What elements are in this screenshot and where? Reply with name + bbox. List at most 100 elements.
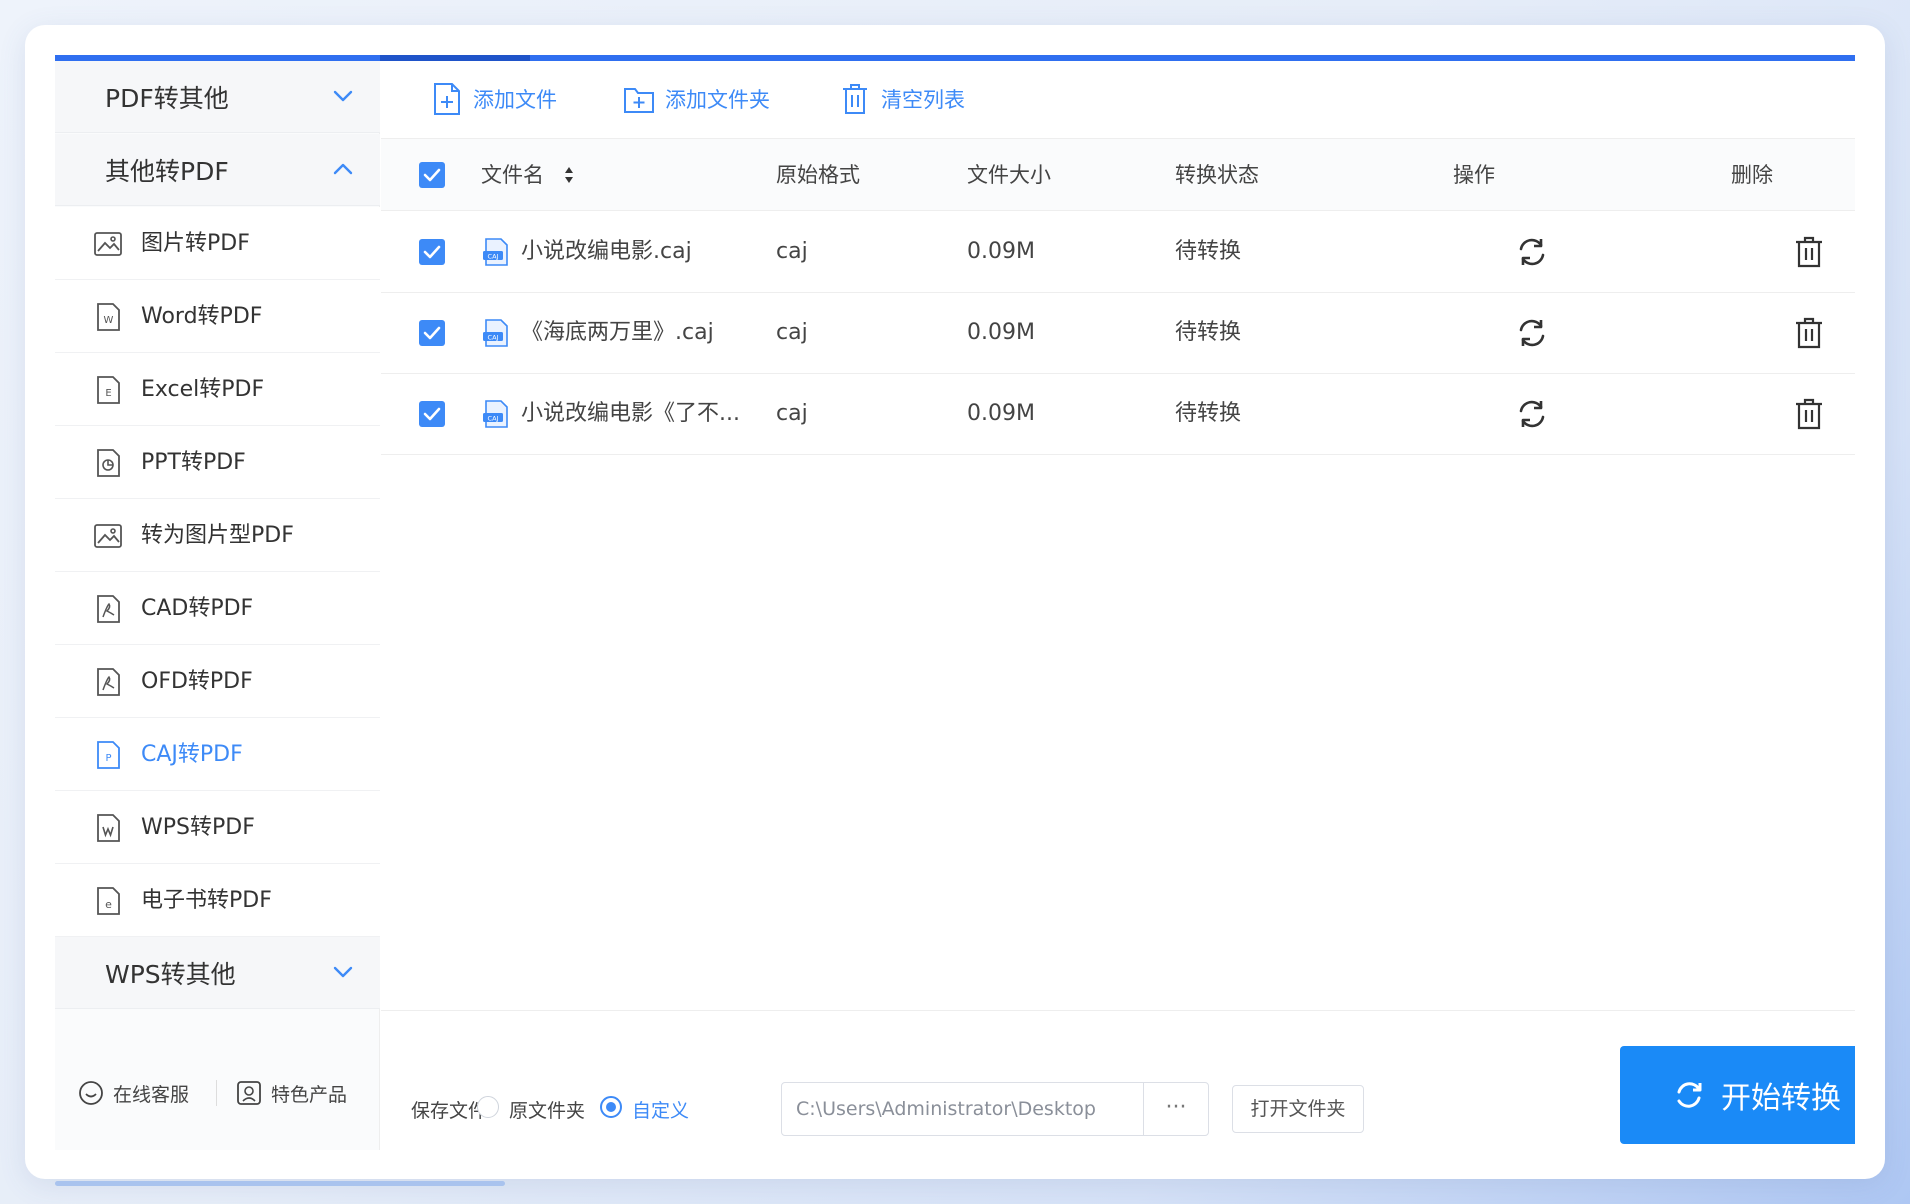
sidebar-item-label: PPT转PDF [141,450,246,475]
sidebar-group-wps-to-other[interactable]: WPS转其他 [55,937,380,1009]
open-folder-button[interactable]: 打开文件夹 [1232,1085,1364,1133]
sort-icon[interactable] [563,165,575,185]
sidebar-group-label: WPS转其他 [105,959,236,989]
convert-refresh-icon[interactable] [1514,234,1550,270]
add-file-icon [434,83,460,115]
caj-file-icon: CAJ [483,238,508,266]
add-folder-button[interactable]: 添加文件夹 [623,81,770,117]
chat-smile-icon [79,1081,103,1105]
pdf-icon [97,595,120,623]
sidebar-item-ebook-to-pdf[interactable]: e 电子书转PDF [55,864,380,937]
column-header-name[interactable]: 文件名 [481,161,544,189]
file-name: 小说改编电影《了不... [521,401,740,426]
svg-text:CAJ: CAJ [488,414,499,422]
ebook-icon: e [97,887,120,915]
table-row: CAJ 小说改编电影《了不... caj 0.09M 待转换 [381,374,1855,455]
radio-custom-label[interactable]: 自定义 [632,1096,689,1123]
online-service-label: 在线客服 [113,1083,190,1106]
column-header-action: 操作 [1453,163,1495,187]
file-name: 《海底两万里》.caj [521,320,714,345]
status-text: 待转换 [1175,239,1242,264]
table-header: 文件名 原始格式 文件大小 转换状态 操作 删除 [381,139,1855,211]
column-header-size: 文件大小 [967,163,1051,187]
convert-refresh-icon[interactable] [1514,315,1550,351]
sidebar-item-wps-to-pdf[interactable]: WPS转PDF [55,791,380,864]
svg-text:W: W [104,315,114,326]
svg-text:CAJ: CAJ [488,333,499,341]
checkmark-icon [423,407,441,421]
sidebar-item-excel-to-pdf[interactable]: E Excel转PDF [55,353,380,426]
badge-icon [237,1081,261,1105]
checkmark-icon [423,168,441,182]
excel-icon: E [97,376,120,404]
row-checkbox[interactable] [419,320,445,346]
output-path-input[interactable] [781,1082,1145,1136]
file-size: 0.09M [967,239,1035,264]
file-size: 0.09M [967,320,1035,345]
radio-original-folder-label[interactable]: 原文件夹 [509,1096,585,1123]
sidebar-item-label: Word转PDF [141,304,263,329]
sidebar-item-label: 电子书转PDF [141,888,272,913]
column-header-delete: 删除 [1731,163,1773,187]
sidebar-item-label: WPS转PDF [141,815,255,840]
checkmark-icon [423,245,441,259]
column-header-format: 原始格式 [776,163,860,187]
radio-custom[interactable] [600,1096,622,1118]
refresh-icon [1677,1082,1702,1108]
add-file-button[interactable]: 添加文件 [431,81,557,117]
start-convert-label: 开始转换 [1721,1081,1841,1116]
radio-original-folder[interactable] [477,1096,499,1118]
browse-button[interactable]: ··· [1143,1082,1209,1136]
online-service-button[interactable]: 在线客服 [77,1076,189,1110]
sidebar-footer-divider [216,1080,217,1106]
sidebar-item-ofd-to-pdf[interactable]: OFD转PDF [55,645,380,718]
featured-products-button[interactable]: 特色产品 [235,1076,347,1110]
ppt-icon [97,449,120,477]
add-folder-label: 添加文件夹 [665,88,770,112]
sidebar-item-image-to-pdf[interactable]: 图片转PDF [55,207,380,280]
caj-file-icon: CAJ [483,400,508,428]
status-text: 待转换 [1175,320,1242,345]
row-checkbox[interactable] [419,239,445,265]
toolbar: 添加文件 添加文件夹 清空列表 [381,61,1855,139]
sidebar-group-pdf-to-other[interactable]: PDF转其他 [55,61,380,133]
file-format: caj [776,239,808,264]
clear-list-button[interactable]: 清空列表 [839,81,965,117]
wps-icon [97,814,120,842]
word-icon: W [97,303,120,331]
svg-text:CAJ: CAJ [488,252,499,260]
p-icon: P [97,741,120,769]
svg-text:P: P [105,753,111,764]
sidebar-item-word-to-pdf[interactable]: W Word转PDF [55,280,380,353]
sidebar-group-label: PDF转其他 [105,83,229,113]
chevron-down-icon [333,90,353,102]
sidebar-group-other-to-pdf[interactable]: 其他转PDF [55,134,380,206]
svg-text:E: E [105,388,111,399]
chevron-down-icon [333,966,353,978]
select-all-checkbox[interactable] [419,162,445,188]
delete-icon[interactable] [1792,234,1826,270]
chevron-up-icon [333,163,353,175]
row-checkbox[interactable] [419,401,445,427]
sidebar-item-label: OFD转PDF [141,669,253,694]
sidebar-item-to-image-pdf[interactable]: 转为图片型PDF [55,499,380,572]
delete-icon[interactable] [1792,315,1826,351]
sidebar-item-caj-to-pdf[interactable]: P CAJ转PDF [55,718,380,791]
file-format: caj [776,320,808,345]
delete-icon[interactable] [1792,396,1826,432]
convert-refresh-icon[interactable] [1514,396,1550,432]
checkmark-icon [423,326,441,340]
pdf-icon [97,668,120,696]
footer-bar: 保存文件: 原文件夹 自定义 ··· 打开文件夹 开始转换 [381,1010,1855,1150]
horizontal-scrollbar[interactable] [55,1181,505,1186]
sidebar-item-cad-to-pdf[interactable]: CAD转PDF [55,572,380,645]
svg-text:e: e [105,898,112,911]
file-format: caj [776,401,808,426]
sidebar-item-label: 图片转PDF [141,231,250,256]
caj-file-icon: CAJ [483,319,508,347]
clear-list-label: 清空列表 [881,88,965,112]
start-convert-button[interactable]: 开始转换 [1620,1046,1855,1144]
file-name: 小说改编电影.caj [521,239,692,264]
sidebar-item-ppt-to-pdf[interactable]: PPT转PDF [55,426,380,499]
sidebar-item-label: 转为图片型PDF [141,523,294,548]
